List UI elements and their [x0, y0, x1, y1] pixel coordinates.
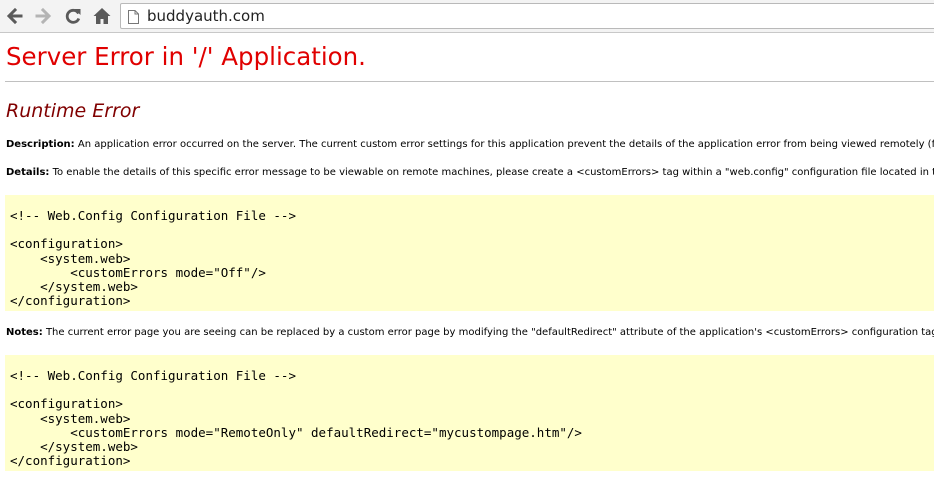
home-icon[interactable] [92, 6, 112, 26]
config-code-block: <!-- Web.Config Configuration File --> <… [5, 195, 934, 311]
description-paragraph: Description: An application error occurr… [6, 139, 934, 150]
page-icon [128, 9, 139, 24]
config-code-remoteonly: <!-- Web.Config Configuration File --> <… [10, 368, 582, 469]
config-code-block: <!-- Web.Config Configuration File --> <… [5, 355, 934, 471]
config-code-off: <!-- Web.Config Configuration File --> <… [10, 208, 296, 309]
details-paragraph: Details: To enable the details of this s… [6, 167, 934, 178]
page-title: Server Error in '/' Application. [6, 42, 366, 71]
notes-text: The current error page you are seeing ca… [42, 327, 934, 338]
description-text: An application error occurred on the ser… [74, 139, 934, 150]
notes-label: Notes: [6, 327, 43, 338]
error-subtitle: Runtime Error [6, 100, 140, 122]
address-bar[interactable]: buddyauth.com [120, 3, 934, 29]
forward-arrow-icon[interactable] [33, 6, 53, 26]
notes-paragraph: Notes: The current error page you are se… [6, 327, 934, 338]
description-label: Description: [6, 139, 75, 150]
browser-toolbar: buddyauth.com [0, 0, 934, 33]
details-text: To enable the details of this specific e… [49, 167, 934, 178]
back-arrow-icon[interactable] [5, 6, 25, 26]
details-label: Details: [6, 167, 50, 178]
url-text: buddyauth.com [147, 7, 265, 25]
reload-icon[interactable] [63, 6, 83, 26]
divider [5, 81, 934, 82]
